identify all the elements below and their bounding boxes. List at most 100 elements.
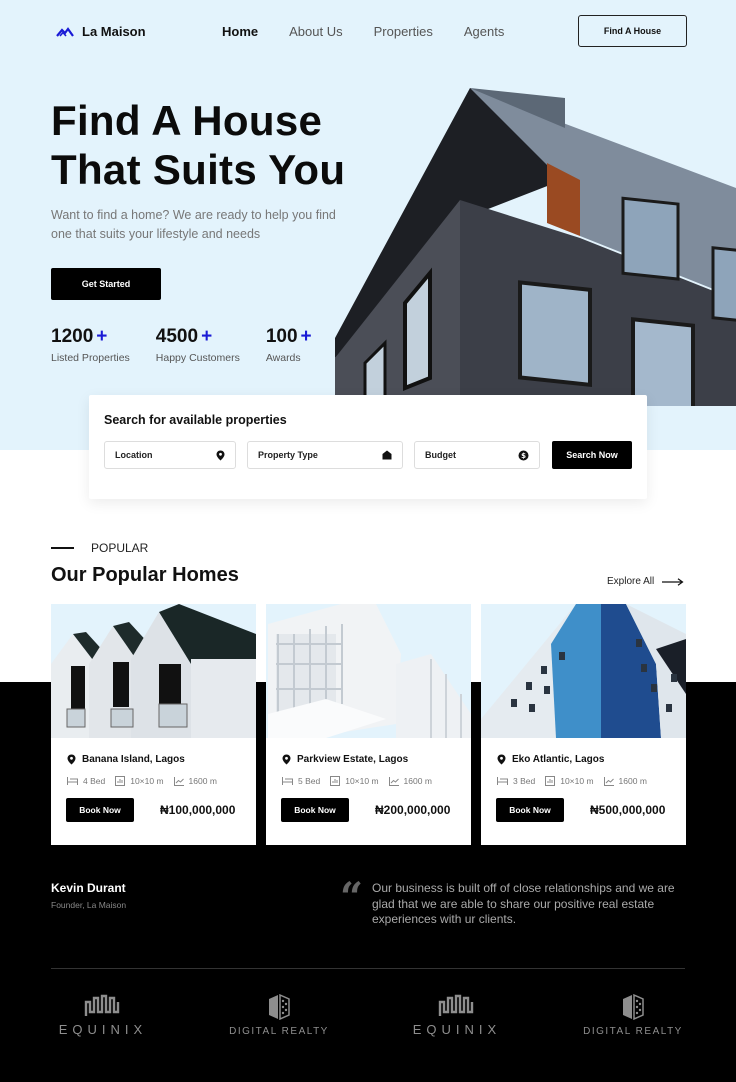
- map-pin-icon: [497, 754, 506, 765]
- arrow-right-icon: [662, 577, 684, 586]
- partner-logo-equinix: EQUINIX: [57, 994, 149, 1037]
- home-image: [266, 604, 471, 738]
- area-text: 1600 m: [403, 776, 432, 786]
- brand-logo[interactable]: La Maison: [56, 24, 146, 39]
- stat-value: 1200: [51, 326, 94, 347]
- stat-label: Listed Properties: [51, 352, 130, 364]
- quote-icon: “: [340, 874, 364, 921]
- book-now-button[interactable]: Book Now: [281, 798, 349, 822]
- digital-realty-logo-icon: [623, 994, 644, 1020]
- nav-agents[interactable]: Agents: [464, 24, 504, 39]
- area-chart-icon: [603, 776, 614, 786]
- hero-building-image: [335, 88, 736, 406]
- hero-title-line-2: That Suits You: [51, 146, 346, 193]
- budget-label: Budget: [425, 450, 456, 460]
- home-card[interactable]: Banana Island, Lagos 4 Bed 10×10 m 1600 …: [51, 604, 256, 845]
- area-chart-icon: [388, 776, 399, 786]
- search-title: Search for available properties: [104, 413, 287, 427]
- plus-icon: +: [300, 326, 312, 347]
- location-select[interactable]: Location: [104, 441, 236, 469]
- eyebrow-label: POPULAR: [91, 541, 149, 555]
- map-pin-icon: [282, 754, 291, 765]
- area-chart-icon: [173, 776, 184, 786]
- plus-icon: +: [96, 326, 108, 347]
- area-text: 1600 m: [188, 776, 217, 786]
- testimonial-quote: Our business is built off of close relat…: [372, 881, 675, 926]
- size-text: 10×10 m: [560, 776, 594, 786]
- home-image: [481, 604, 686, 738]
- home-price: ₦500,000,000: [590, 803, 666, 817]
- book-now-button[interactable]: Book Now: [496, 798, 564, 822]
- digital-realty-logo-icon: [269, 994, 290, 1020]
- hero-title: Find A House That Suits You: [51, 96, 345, 194]
- testimonial-author-role: Founder, La Maison: [51, 900, 127, 910]
- bed-icon: [67, 777, 78, 785]
- stat-label: Awards: [265, 352, 301, 364]
- area-text: 1600 m: [618, 776, 647, 786]
- size-text: 10×10 m: [345, 776, 379, 786]
- equinix-logo-icon: [438, 994, 474, 1016]
- home-location: Banana Island, Lagos: [67, 754, 185, 765]
- footer-divider: [51, 968, 685, 969]
- beds-text: 4 Bed: [83, 776, 106, 786]
- partner-name: EQUINIX: [58, 1022, 148, 1037]
- search-now-button[interactable]: Search Now: [552, 441, 632, 469]
- home-features: 3 Bed 10×10 m 1600 m: [497, 776, 647, 786]
- explore-all-label: Explore All: [607, 576, 655, 587]
- nav-home[interactable]: Home: [222, 24, 258, 39]
- bed-icon: [282, 777, 293, 785]
- popular-homes-title: Our Popular Homes: [51, 564, 239, 586]
- home-location: Parkview Estate, Lagos: [282, 754, 408, 765]
- partner-name: DIGITAL REALTY: [229, 1026, 329, 1037]
- home-image: [51, 604, 256, 738]
- equinix-logo-icon: [84, 994, 120, 1016]
- home-location: Eko Atlantic, Lagos: [497, 754, 604, 765]
- nav-about-us[interactable]: About Us: [289, 24, 342, 39]
- partner-logo-equinix: EQUINIX: [411, 994, 503, 1037]
- location-text: Parkview Estate, Lagos: [297, 754, 409, 765]
- property-search-card: Search for available properties Location…: [89, 395, 647, 499]
- testimonial-author-name: Kevin Durant: [51, 881, 126, 895]
- stat-value: 4500: [155, 326, 199, 347]
- brand-name: La Maison: [82, 24, 146, 39]
- stat-value: 100: [265, 326, 298, 347]
- find-a-house-button[interactable]: Find A House: [578, 15, 687, 47]
- hero-stats: 1200 + Listed Properties 4500 + Happy Cust…: [51, 326, 338, 364]
- stat-label: Happy Customers: [155, 352, 240, 364]
- book-now-button[interactable]: Book Now: [66, 798, 134, 822]
- home-price: ₦100,000,000: [160, 803, 236, 817]
- size-text: 10×10 m: [130, 776, 164, 786]
- partner-logo-digital-realty: DIGITAL REALTY: [226, 994, 332, 1037]
- plus-icon: +: [201, 326, 213, 347]
- nav-properties[interactable]: Properties: [374, 24, 433, 39]
- stat-happy-customers: 4500 + Happy Customers: [156, 326, 240, 364]
- map-pin-icon: [216, 450, 225, 460]
- section-eyebrow: POPULAR: [51, 541, 148, 555]
- partner-name: EQUINIX: [412, 1022, 502, 1037]
- beds-text: 3 Bed: [513, 776, 536, 786]
- property-type-label: Property Type: [258, 450, 318, 460]
- beds-text: 5 Bed: [298, 776, 321, 786]
- stat-awards: 100 + Awards: [266, 326, 312, 364]
- home-card[interactable]: Eko Atlantic, Lagos 3 Bed 10×10 m 1600 m…: [481, 604, 686, 845]
- house-icon: [382, 450, 392, 460]
- hero-subtitle: Want to find a home? We are ready to hel…: [51, 208, 336, 241]
- home-price: ₦200,000,000: [375, 803, 451, 817]
- bed-icon: [497, 777, 508, 785]
- explore-all-link[interactable]: Explore All: [607, 576, 684, 587]
- logo-mountain-icon: [56, 26, 74, 37]
- floor-plan-icon: [115, 776, 126, 786]
- svg-text:$: $: [521, 452, 526, 460]
- home-features: 5 Bed 10×10 m 1600 m: [282, 776, 432, 786]
- budget-select[interactable]: Budget $: [414, 441, 540, 469]
- stat-listed-properties: 1200 + Listed Properties: [51, 326, 130, 364]
- home-card[interactable]: Parkview Estate, Lagos 5 Bed 10×10 m 160…: [266, 604, 471, 845]
- map-pin-icon: [67, 754, 76, 765]
- home-features: 4 Bed 10×10 m 1600 m: [67, 776, 217, 786]
- floor-plan-icon: [545, 776, 556, 786]
- property-type-select[interactable]: Property Type: [247, 441, 403, 469]
- main-nav: Home About Us Properties Agents: [222, 24, 504, 39]
- location-text: Eko Atlantic, Lagos: [512, 754, 605, 765]
- eyebrow-line: [51, 547, 74, 549]
- get-started-button[interactable]: Get Started: [51, 268, 161, 300]
